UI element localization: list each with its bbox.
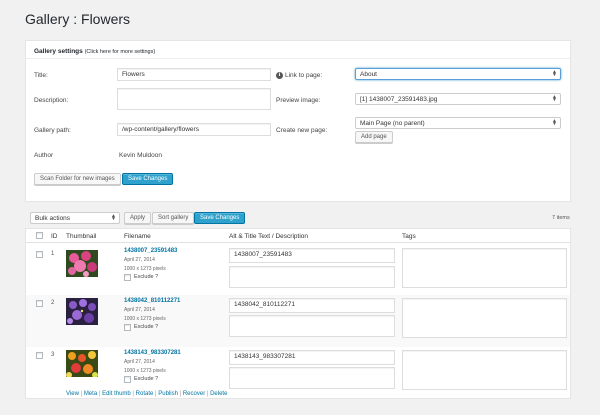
row-checkbox[interactable] xyxy=(36,352,43,359)
tags-textarea[interactable] xyxy=(402,248,567,288)
page-title: Gallery : Flowers xyxy=(25,11,131,27)
select-arrows-icon: ▲ ▼ xyxy=(552,69,557,78)
description-textarea[interactable] xyxy=(229,266,395,288)
column-alt-text: Alt & Title Text / Description xyxy=(229,233,308,240)
path-label: Gallery path: xyxy=(34,127,71,134)
author-label: Author xyxy=(34,152,54,159)
alt-text-input[interactable]: 1438042_810112271 xyxy=(229,298,395,313)
select-arrows-icon: ▲ ▼ xyxy=(111,213,116,222)
exclude-label: Exclude ? xyxy=(134,274,159,280)
preview-image-select[interactable]: [1] 1438007_23591483.jpg ▲ ▼ xyxy=(355,93,561,105)
row-id: 3 xyxy=(51,352,55,358)
gallery-settings-header[interactable]: Gallery settings (Click here for more se… xyxy=(26,41,570,59)
bulk-actions-value: Bulk actions xyxy=(35,215,71,222)
description-textarea[interactable] xyxy=(229,315,395,337)
image-date: April 27, 2014 xyxy=(124,257,155,263)
row-id: 1 xyxy=(51,251,55,257)
sort-gallery-button[interactable]: Sort gallery xyxy=(152,212,195,224)
table-row: 2 1438042_810112271 April 27, 2014 1000 … xyxy=(26,295,570,347)
preview-image-value: [1] 1438007_23591483.jpg xyxy=(360,96,438,103)
create-page-label: Create new page: xyxy=(276,127,328,134)
action-edit-thumb[interactable]: Edit thumb xyxy=(102,391,131,397)
link-to-page-select[interactable]: About ▲ ▼ xyxy=(355,68,561,80)
filename-link[interactable]: 1438007_23591483 xyxy=(124,248,177,254)
author-value: Kevin Muldoon xyxy=(119,152,162,159)
column-tags: Tags xyxy=(402,233,416,240)
gallery-settings-panel: Gallery settings (Click here for more se… xyxy=(25,40,571,202)
exclude-label: Exclude ? xyxy=(134,376,159,382)
column-id[interactable]: ID xyxy=(51,233,58,240)
create-page-select[interactable]: Main Page (no parent) ▲ ▼ xyxy=(355,117,561,129)
row-id: 2 xyxy=(51,300,55,306)
row-checkbox[interactable] xyxy=(36,251,43,258)
apply-button[interactable]: Apply xyxy=(124,212,152,224)
action-meta[interactable]: Meta xyxy=(84,391,97,397)
create-page-value: Main Page (no parent) xyxy=(360,120,425,127)
save-changes-button[interactable]: Save Changes xyxy=(194,212,246,224)
tags-textarea[interactable] xyxy=(402,350,567,390)
settings-heading: Gallery settings xyxy=(34,48,83,55)
info-icon: i xyxy=(276,72,283,79)
items-count: 7 items xyxy=(552,215,570,221)
image-date: April 27, 2014 xyxy=(124,359,155,365)
preview-label: Preview image: xyxy=(276,97,321,104)
description-textarea[interactable] xyxy=(117,88,271,110)
column-filename[interactable]: Filename xyxy=(124,233,151,240)
exclude-checkbox[interactable] xyxy=(124,274,131,281)
alt-text-input[interactable]: 1438007_23591483 xyxy=(229,248,395,263)
exclude-checkbox[interactable] xyxy=(124,324,131,331)
table-header: ID Thumbnail Filename Alt & Title Text /… xyxy=(26,229,570,243)
image-size: 1000 x 1273 pixels xyxy=(124,316,166,322)
action-rotate[interactable]: Rotate xyxy=(136,391,154,397)
thumbnail-orange-flowers[interactable] xyxy=(66,350,98,377)
thumbnail-purple-flowers[interactable] xyxy=(66,298,98,325)
image-date: April 27, 2014 xyxy=(124,307,155,313)
alt-text-input[interactable]: 1438143_983307281 xyxy=(229,350,395,365)
save-settings-button[interactable]: Save Changes xyxy=(122,173,174,185)
tags-textarea[interactable] xyxy=(402,298,567,338)
filename-link[interactable]: 1438143_983307281 xyxy=(124,350,181,356)
link-to-page-value: About xyxy=(360,71,377,78)
row-checkbox[interactable] xyxy=(36,300,43,307)
bulk-actions-select[interactable]: Bulk actions ▲ ▼ xyxy=(30,212,120,224)
select-arrows-icon: ▲ ▼ xyxy=(552,94,557,103)
filename-link[interactable]: 1438042_810112271 xyxy=(124,298,180,304)
column-thumbnail: Thumbnail xyxy=(66,233,97,240)
title-input[interactable]: Flowers xyxy=(117,68,271,81)
action-publish[interactable]: Publish xyxy=(158,391,178,397)
description-label: Description: xyxy=(34,97,69,104)
link-label: Link to page: xyxy=(285,72,323,79)
thumbnail-pink-flowers[interactable] xyxy=(66,250,98,277)
action-view[interactable]: View xyxy=(66,391,79,397)
table-row: 1 1438007_23591483 April 27, 2014 1000 x… xyxy=(26,243,570,295)
images-table: ID Thumbnail Filename Alt & Title Text /… xyxy=(25,228,571,399)
select-arrows-icon: ▲ ▼ xyxy=(552,118,557,127)
select-all-checkbox[interactable] xyxy=(36,232,43,239)
image-size: 1000 x 1273 pixels xyxy=(124,266,166,272)
settings-heading-note[interactable]: (Click here for more settings) xyxy=(85,49,156,55)
scan-folder-button[interactable]: Scan Folder for new images xyxy=(34,173,121,185)
action-recover[interactable]: Recover xyxy=(183,391,205,397)
add-page-button[interactable]: Add page xyxy=(355,131,393,143)
image-size: 1000 x 1273 pixels xyxy=(124,368,166,374)
title-label: Title: xyxy=(34,72,48,79)
action-delete[interactable]: Delete xyxy=(210,391,227,397)
exclude-label: Exclude ? xyxy=(134,324,159,330)
row-actions: View | Meta | Edit thumb | Rotate | Publ… xyxy=(66,391,228,397)
path-input[interactable]: /wp-content/gallery/flowers xyxy=(117,123,271,136)
exclude-checkbox[interactable] xyxy=(124,376,131,383)
description-textarea[interactable] xyxy=(229,367,395,389)
